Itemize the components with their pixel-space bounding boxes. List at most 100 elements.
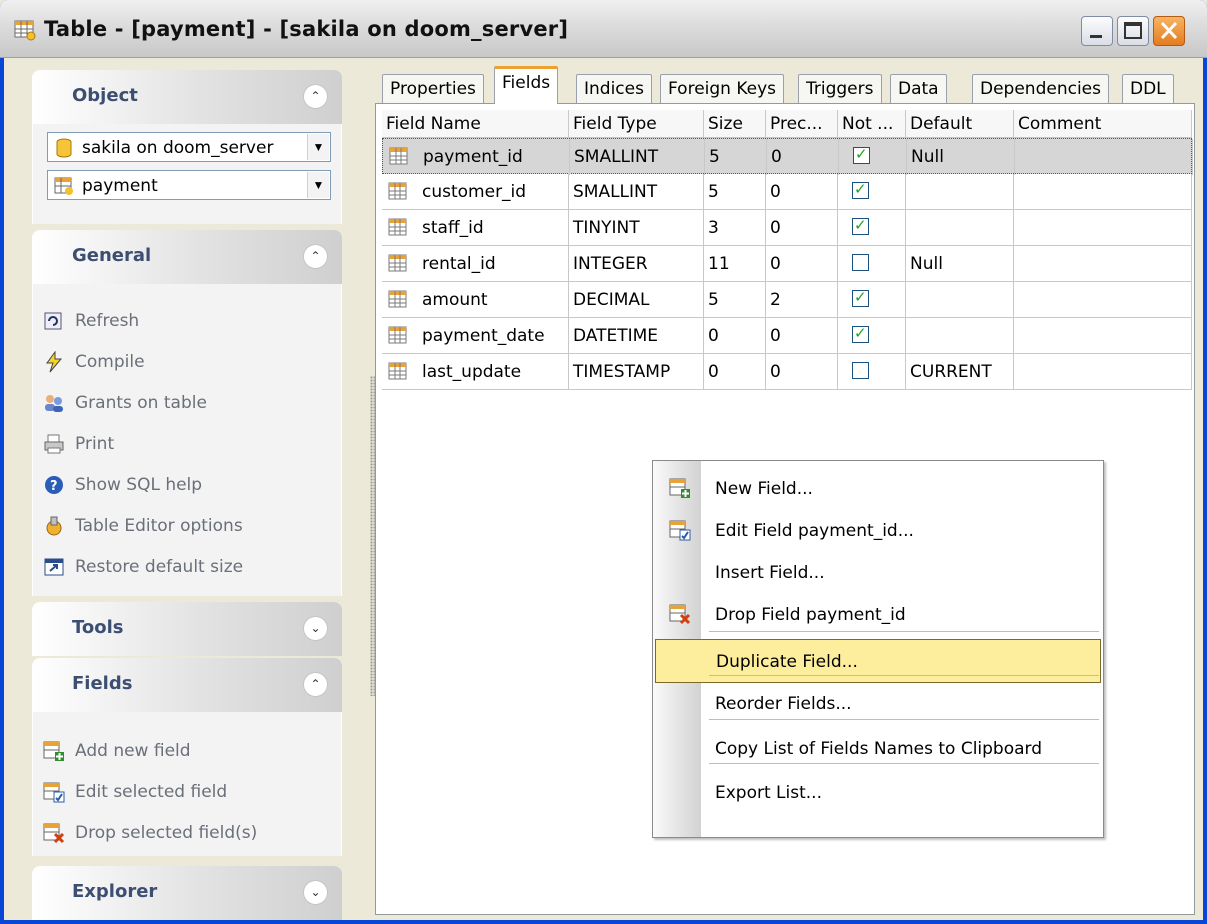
cell-comment[interactable] [1015, 139, 1193, 175]
general-group-header[interactable]: General ⌃ [32, 230, 342, 284]
not-null-checkbox[interactable] [852, 324, 869, 343]
cell-size[interactable]: 11 [704, 246, 766, 282]
close-button[interactable] [1153, 16, 1185, 46]
explorer-group-header[interactable]: Explorer ⌄ [32, 866, 342, 920]
not-null-cell[interactable] [838, 354, 906, 390]
cell-comment[interactable] [1014, 318, 1192, 354]
menu-item-export-list[interactable]: Export List... [655, 771, 1101, 815]
table-row[interactable]: amount DECIMAL 5 2 [382, 282, 1192, 318]
refresh-link[interactable]: Refresh [43, 306, 139, 336]
column-header-field-name[interactable]: Field Name [382, 110, 569, 138]
cell-size[interactable]: 5 [704, 282, 766, 318]
dropdown-arrow-icon[interactable]: ▼ [307, 172, 329, 198]
cell-default[interactable] [906, 318, 1014, 354]
not-null-cell[interactable] [838, 246, 906, 282]
cell-prec[interactable]: 0 [766, 210, 838, 246]
restore-size-link[interactable]: Restore default size [43, 552, 243, 582]
tab-data[interactable]: Data [890, 74, 947, 104]
tab-foreign-keys[interactable]: Foreign Keys [660, 74, 785, 104]
table-row[interactable]: payment_idSMALLINT50 Null [382, 138, 1193, 175]
tab-indices[interactable]: Indices [576, 74, 652, 104]
not-null-cell[interactable] [839, 139, 907, 175]
drop-field-link[interactable]: Drop selected field(s) [43, 818, 257, 848]
menu-item-duplicate-field[interactable]: Duplicate Field... [655, 639, 1101, 683]
not-null-cell[interactable] [838, 174, 906, 210]
table-row[interactable]: customer_id SMALLINT 5 0 [382, 174, 1192, 210]
title-bar[interactable]: Table - [payment] - [sakila on doom_serv… [0, 0, 1207, 58]
menu-item-copy-list-of-fields-names-to-clipboard[interactable]: Copy List of Fields Names to Clipboard [655, 727, 1101, 771]
cell-name[interactable]: rental_id [418, 246, 569, 282]
cell-prec[interactable]: 0 [766, 246, 838, 282]
menu-item-insert-field[interactable]: Insert Field... [655, 551, 1101, 595]
column-header-precision[interactable]: Prec... [766, 110, 838, 138]
cell-prec[interactable]: 0 [767, 139, 839, 175]
tab-dependencies[interactable]: Dependencies [972, 74, 1109, 104]
tab-fields[interactable]: Fields [494, 66, 559, 104]
cell-name[interactable]: last_update [418, 354, 569, 390]
dropdown-arrow-icon[interactable]: ▼ [307, 134, 329, 160]
expand-icon[interactable]: ⌄ [303, 616, 328, 641]
cell-name[interactable]: amount [418, 282, 569, 318]
table-row[interactable]: payment_date DATETIME 0 0 [382, 318, 1192, 354]
database-combo[interactable]: sakila on doom_server ▼ [47, 132, 331, 162]
minimize-button[interactable] [1081, 16, 1113, 46]
column-header-not-null[interactable]: Not ... [838, 110, 906, 138]
not-null-cell[interactable] [838, 318, 906, 354]
cell-name[interactable]: customer_id [418, 174, 569, 210]
not-null-checkbox[interactable] [852, 216, 869, 235]
tab-properties[interactable]: Properties [382, 74, 484, 104]
column-header-field-type[interactable]: Field Type [569, 110, 704, 138]
add-field-link[interactable]: Add new field [43, 736, 191, 766]
edit-field-link[interactable]: Edit selected field [43, 777, 227, 807]
column-header-comment[interactable]: Comment [1014, 110, 1192, 138]
not-null-cell[interactable] [838, 282, 906, 318]
cell-prec[interactable]: 0 [766, 174, 838, 210]
cell-type[interactable]: TINYINT [569, 210, 704, 246]
menu-item-new-field[interactable]: New Field... [655, 467, 1101, 511]
cell-default[interactable] [906, 282, 1014, 318]
not-null-checkbox[interactable] [852, 362, 869, 379]
cell-name[interactable]: staff_id [418, 210, 569, 246]
cell-prec[interactable]: 0 [766, 354, 838, 390]
cell-size[interactable]: 3 [704, 210, 766, 246]
cell-comment[interactable] [1014, 246, 1192, 282]
table-row[interactable]: last_update TIMESTAMP 0 0 CURRENT [382, 354, 1192, 390]
cell-comment[interactable] [1014, 174, 1192, 210]
compile-link[interactable]: Compile [43, 347, 145, 377]
not-null-checkbox[interactable] [852, 180, 869, 199]
not-null-checkbox[interactable] [853, 145, 870, 164]
table-combo[interactable]: payment ▼ [47, 170, 331, 200]
table-row[interactable]: rental_id INTEGER 11 0 Null [382, 246, 1192, 282]
cell-name[interactable]: payment_date [418, 318, 569, 354]
fields-group-header[interactable]: Fields ⌃ [32, 658, 342, 712]
cell-comment[interactable] [1014, 354, 1192, 390]
menu-item-edit-field-payment-id[interactable]: Edit Field payment_id... [655, 509, 1101, 553]
tab-ddl[interactable]: DDL [1122, 74, 1174, 104]
not-null-cell[interactable] [838, 210, 906, 246]
cell-default[interactable]: Null [906, 246, 1014, 282]
cell-type[interactable]: SMALLINT [569, 174, 704, 210]
cell-default[interactable] [906, 174, 1014, 210]
collapse-icon[interactable]: ⌃ [303, 84, 328, 109]
expand-icon[interactable]: ⌄ [303, 880, 328, 905]
cell-type[interactable]: SMALLINT [570, 139, 705, 175]
grants-link[interactable]: Grants on table [43, 388, 207, 418]
column-header-default[interactable]: Default [906, 110, 1014, 138]
collapse-icon[interactable]: ⌃ [303, 672, 328, 697]
cell-comment[interactable] [1014, 282, 1192, 318]
collapse-icon[interactable]: ⌃ [303, 244, 328, 269]
cell-size[interactable]: 0 [704, 318, 766, 354]
not-null-checkbox[interactable] [852, 254, 869, 271]
cell-default[interactable]: Null [907, 139, 1015, 175]
table-row[interactable]: staff_id TINYINT 3 0 [382, 210, 1192, 246]
cell-default[interactable]: CURRENT [906, 354, 1014, 390]
cell-size[interactable]: 0 [704, 354, 766, 390]
cell-prec[interactable]: 2 [766, 282, 838, 318]
tools-group-header[interactable]: Tools ⌄ [32, 602, 342, 656]
cell-name[interactable]: payment_id [419, 139, 570, 175]
cell-type[interactable]: DECIMAL [569, 282, 704, 318]
print-link[interactable]: Print [43, 429, 114, 459]
cell-comment[interactable] [1014, 210, 1192, 246]
column-header-size[interactable]: Size [704, 110, 766, 138]
tab-triggers[interactable]: Triggers [798, 74, 882, 104]
